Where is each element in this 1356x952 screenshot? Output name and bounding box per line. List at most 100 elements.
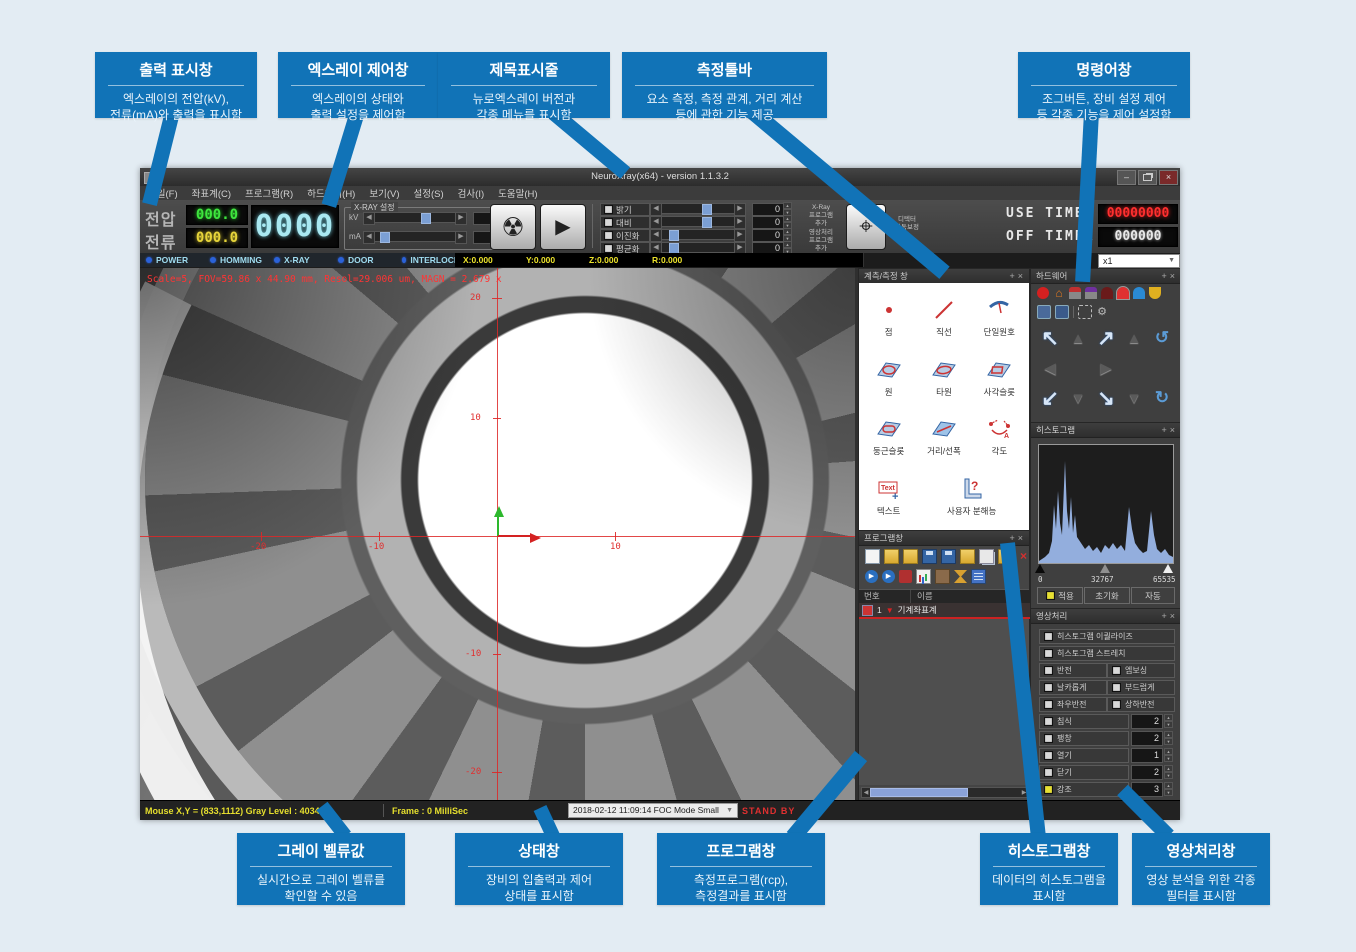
enhance-spinner[interactable]: ▲▼ <box>1164 782 1173 795</box>
close-button[interactable]: × <box>1159 170 1178 185</box>
histogram-auto-button[interactable]: 자동 <box>1131 587 1175 604</box>
monitor-icon[interactable] <box>1055 305 1069 319</box>
import-icon[interactable] <box>960 549 975 564</box>
joystick2-icon[interactable] <box>1085 287 1097 299</box>
brightness-toggle[interactable]: 밝기 <box>600 203 650 216</box>
jog-down-right-button[interactable]: ↘ <box>1092 386 1120 411</box>
slider-right-arrow[interactable]: ▶ <box>455 231 467 244</box>
wait-icon[interactable] <box>954 570 967 583</box>
tool-round-slot[interactable]: 둥근슬롯 <box>861 408 916 466</box>
apply-checkbox[interactable] <box>1046 591 1055 600</box>
open-recent-icon[interactable] <box>903 549 918 564</box>
pin-icon[interactable]: + <box>1009 271 1017 281</box>
filter-flip-h[interactable]: 좌우반전 <box>1039 697 1107 712</box>
result-chart-icon[interactable] <box>916 569 931 584</box>
run-icon[interactable]: ▶ <box>865 570 878 583</box>
new-program-icon[interactable] <box>865 549 880 564</box>
contrast-slider[interactable]: ◀▶ <box>650 216 746 227</box>
play-button[interactable]: ▶ <box>540 204 586 250</box>
checkbox[interactable] <box>1112 700 1121 709</box>
jog-down-button[interactable]: ▼ <box>1064 390 1092 407</box>
zoom-select[interactable]: x1▼ <box>1098 254 1180 268</box>
average-slider[interactable]: ◀▶ <box>650 242 746 253</box>
slider-right-arrow[interactable]: ▶ <box>455 212 467 225</box>
copy-icon[interactable] <box>979 549 994 564</box>
close-icon[interactable]: × <box>1170 271 1178 281</box>
open-program-icon[interactable] <box>884 549 899 564</box>
close-spinner[interactable]: ▲▼ <box>1164 765 1173 778</box>
filter-sharpen[interactable]: 날카롭게 <box>1039 680 1107 695</box>
checkbox[interactable] <box>1044 734 1053 743</box>
filter-open[interactable]: 열기 <box>1039 748 1129 763</box>
close-icon[interactable]: × <box>1170 425 1178 435</box>
capture-icon[interactable] <box>935 569 950 584</box>
checkbox[interactable] <box>1044 700 1053 709</box>
save-as-icon[interactable] <box>941 549 956 564</box>
xray-program-add-button[interactable]: X-Ray 프로그램 추가 <box>798 204 844 228</box>
save-program-icon[interactable] <box>922 549 937 564</box>
histogram-apply-button[interactable]: 적용 <box>1037 587 1083 604</box>
binarize-slider[interactable]: ◀▶ <box>650 229 746 240</box>
result-table-icon[interactable] <box>971 569 986 584</box>
scroll-thumb[interactable] <box>870 788 968 797</box>
restore-button[interactable] <box>1138 170 1157 185</box>
tool-distance[interactable]: 거리/선폭 <box>916 408 971 466</box>
brightness-spinner[interactable]: ▲▼ <box>783 202 792 215</box>
dilate-spinner[interactable]: ▲▼ <box>1164 731 1173 744</box>
program-hscrollbar[interactable]: ◀ ▶ <box>861 787 1029 798</box>
menu-view[interactable]: 보기(V) <box>369 186 399 200</box>
histogram-min-handle[interactable] <box>1035 564 1045 573</box>
jog-right-button[interactable]: ▶ <box>1092 359 1120 377</box>
checkbox[interactable] <box>1044 717 1053 726</box>
erode-spinner[interactable]: ▲▼ <box>1164 714 1173 727</box>
jog-up-left-button[interactable]: ↖ <box>1036 326 1064 351</box>
binarize-value[interactable]: 0 <box>752 229 784 242</box>
binarize-toggle[interactable]: 이진화 <box>600 229 650 242</box>
jog-left-button[interactable]: ◀ <box>1036 359 1064 377</box>
expand-icon[interactable] <box>1078 305 1092 319</box>
checkbox[interactable] <box>604 205 613 214</box>
slider-left-arrow[interactable]: ◀ <box>363 231 375 244</box>
jog-z-up-button[interactable]: ▲ <box>1120 330 1148 347</box>
joystick-icon[interactable] <box>1069 287 1081 299</box>
jog-rotate-cw-button[interactable]: ↻ <box>1148 388 1176 408</box>
histogram-max-handle[interactable] <box>1163 564 1173 573</box>
record-icon[interactable] <box>1037 287 1049 299</box>
menu-inspect[interactable]: 검사(I) <box>458 186 484 200</box>
close-icon[interactable]: × <box>1018 271 1026 281</box>
pin-icon[interactable]: + <box>1161 271 1169 281</box>
minimize-button[interactable]: – <box>1117 170 1136 185</box>
program-list-empty[interactable] <box>859 619 1029 785</box>
checkbox[interactable] <box>1044 785 1053 794</box>
xray-image-viewer[interactable]: 20 10 -10 -20 -20 -10 10 Scale=5, FOV=59… <box>140 268 855 800</box>
menu-settings[interactable]: 설정(S) <box>414 186 444 200</box>
pin-icon[interactable]: + <box>1161 611 1169 621</box>
jog-z-down-button[interactable]: ▼ <box>1120 390 1148 407</box>
tool-rect-slot[interactable]: 사각슬롯 <box>972 349 1027 407</box>
contrast-toggle[interactable]: 대비 <box>600 216 650 229</box>
tool-user-resolution[interactable]: ?사용자 분해능 <box>916 468 1027 526</box>
checkbox[interactable] <box>1044 649 1053 658</box>
checkbox[interactable] <box>604 244 613 253</box>
contrast-spinner[interactable]: ▲▼ <box>783 215 792 228</box>
erode-value[interactable]: 2 <box>1131 714 1163 729</box>
tool-angle[interactable]: A각도 <box>972 408 1027 466</box>
tool-ellipse[interactable]: 타원 <box>916 349 971 407</box>
mode-select[interactable]: 2018-02-12 11:09:14 FOC Mode Small▼ <box>568 803 738 818</box>
filter-hist-stretch[interactable]: 히스토그램 스트레치 <box>1039 646 1175 661</box>
open-value[interactable]: 1 <box>1131 748 1163 763</box>
dilate-value[interactable]: 2 <box>1131 731 1163 746</box>
scroll-left-icon[interactable]: ◀ <box>862 789 870 796</box>
jog-rotate-ccw-button[interactable]: ↺ <box>1148 328 1176 348</box>
filter-hist-equalize[interactable]: 히스토그램 이퀄라이즈 <box>1039 629 1175 644</box>
checkbox[interactable] <box>1044 751 1053 760</box>
gear-icon[interactable]: ⚙ <box>1096 306 1108 318</box>
brightness-value[interactable]: 0 <box>752 203 784 216</box>
pin-icon[interactable]: + <box>1161 425 1169 435</box>
stop-icon[interactable] <box>899 570 912 583</box>
close-icon[interactable]: × <box>1018 533 1026 543</box>
tool-line[interactable]: 직선 <box>916 289 971 347</box>
checkbox[interactable] <box>604 231 613 240</box>
jog-up-button[interactable]: ▲ <box>1064 330 1092 347</box>
checkbox[interactable] <box>1044 768 1053 777</box>
